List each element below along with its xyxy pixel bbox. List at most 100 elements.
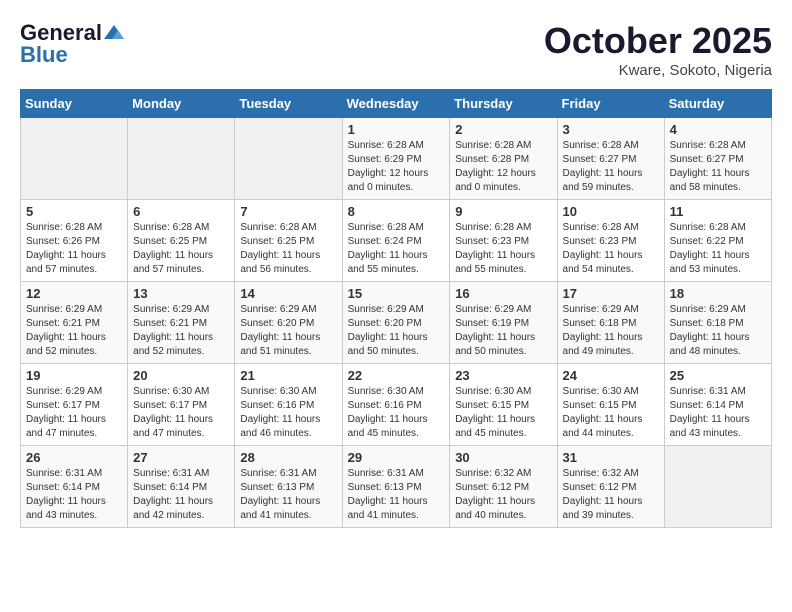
- calendar-week-row: 12 Sunrise: 6:29 AM Sunset: 6:21 PM Dayli…: [21, 282, 772, 364]
- calendar-cell: 6Sunrise: 6:28 AM Sunset: 6:25 PM Daylig…: [128, 200, 235, 282]
- calendar-cell: 10 Sunrise: 6:28 AM Sunset: 6:23 PM Dayli…: [557, 200, 664, 282]
- day-info: Sunrise: 6:29 AM Sunset: 6:17 PM Dayligh…: [26, 385, 122, 441]
- calendar-cell: [235, 118, 342, 200]
- day-info: Sunrise: 6:29 AM Sunset: 6:18 PM Dayligh…: [670, 303, 766, 359]
- calendar-cell: 30 Sunrise: 6:32 AM Sunset: 6:12 PM Dayli…: [450, 446, 557, 528]
- day-info: Sunrise: 6:28 AM Sunset: 6:29 PM Dayligh…: [348, 139, 445, 195]
- day-number: 10: [563, 204, 659, 219]
- day-info: Sunrise: 6:30 AM Sunset: 6:15 PM Dayligh…: [563, 385, 659, 441]
- day-info: Sunrise: 6:31 AM Sunset: 6:14 PM Dayligh…: [133, 467, 229, 523]
- calendar-cell: [21, 118, 128, 200]
- day-info: Sunrise: 6:32 AM Sunset: 6:12 PM Dayligh…: [455, 467, 551, 523]
- calendar-cell: 19 Sunrise: 6:29 AM Sunset: 6:17 PM Dayli…: [21, 364, 128, 446]
- calendar-cell: 7 Sunrise: 6:28 AM Sunset: 6:25 PM Daylig…: [235, 200, 342, 282]
- calendar-cell: 17 Sunrise: 6:29 AM Sunset: 6:18 PM Dayli…: [557, 282, 664, 364]
- calendar-cell: 3 Sunrise: 6:28 AM Sunset: 6:27 PM Daylig…: [557, 118, 664, 200]
- day-info: Sunrise: 6:31 AM Sunset: 6:13 PM Dayligh…: [240, 467, 336, 523]
- calendar-cell: 1 Sunrise: 6:28 AM Sunset: 6:29 PM Daylig…: [342, 118, 450, 200]
- day-number: 25: [670, 368, 766, 383]
- calendar-cell: 18 Sunrise: 6:29 AM Sunset: 6:18 PM Dayli…: [664, 282, 771, 364]
- day-number: 22: [348, 368, 445, 383]
- calendar-week-row: 19 Sunrise: 6:29 AM Sunset: 6:17 PM Dayli…: [21, 364, 772, 446]
- day-number: 5: [26, 204, 122, 219]
- calendar-cell: 12Sunrise: 6:29 AM Sunset: 6:21 PM Dayli…: [21, 282, 128, 364]
- day-number: 11: [670, 204, 766, 219]
- calendar-cell: 22Sunrise: 6:30 AM Sunset: 6:16 PM Dayli…: [342, 364, 450, 446]
- calendar-table: SundayMondayTuesdayWednesdayThursdayFrid…: [20, 89, 772, 528]
- day-info: Sunrise: 6:31 AM Sunset: 6:14 PM Dayligh…: [26, 467, 122, 523]
- calendar-cell: 5 Sunrise: 6:28 AM Sunset: 6:26 PM Daylig…: [21, 200, 128, 282]
- calendar-cell: 26 Sunrise: 6:31 AM Sunset: 6:14 PM Dayli…: [21, 446, 128, 528]
- calendar-cell: 23Sunrise: 6:30 AM Sunset: 6:15 PM Dayli…: [450, 364, 557, 446]
- day-info: Sunrise: 6:29 AM Sunset: 6:18 PM Dayligh…: [563, 303, 659, 359]
- day-info: Sunrise: 6:31 AM Sunset: 6:14 PM Dayligh…: [670, 385, 766, 441]
- calendar-cell: 15 Sunrise: 6:29 AM Sunset: 6:20 PM Dayli…: [342, 282, 450, 364]
- day-number: 16: [455, 286, 551, 301]
- weekday-header-monday: Monday: [128, 90, 235, 118]
- weekday-header-sunday: Sunday: [21, 90, 128, 118]
- day-info: Sunrise: 6:31 AM Sunset: 6:13 PM Dayligh…: [348, 467, 445, 523]
- day-number: 6: [133, 204, 229, 219]
- weekday-header-thursday: Thursday: [450, 90, 557, 118]
- page-header: General Blue October 2025 Kware, Sokoto,…: [20, 20, 772, 79]
- calendar-cell: 11Sunrise: 6:28 AM Sunset: 6:22 PM Dayli…: [664, 200, 771, 282]
- calendar-cell: 13 Sunrise: 6:29 AM Sunset: 6:21 PM Dayli…: [128, 282, 235, 364]
- calendar-cell: 24Sunrise: 6:30 AM Sunset: 6:15 PM Dayli…: [557, 364, 664, 446]
- day-number: 7: [240, 204, 336, 219]
- day-number: 1: [348, 122, 445, 137]
- day-number: 13: [133, 286, 229, 301]
- day-number: 4: [670, 122, 766, 137]
- day-info: Sunrise: 6:28 AM Sunset: 6:23 PM Dayligh…: [455, 221, 551, 277]
- day-number: 30: [455, 450, 551, 465]
- day-info: Sunrise: 6:29 AM Sunset: 6:21 PM Dayligh…: [133, 303, 229, 359]
- day-number: 8: [348, 204, 445, 219]
- day-number: 15: [348, 286, 445, 301]
- calendar-cell: 28Sunrise: 6:31 AM Sunset: 6:13 PM Dayli…: [235, 446, 342, 528]
- day-info: Sunrise: 6:28 AM Sunset: 6:23 PM Dayligh…: [563, 221, 659, 277]
- day-number: 31: [563, 450, 659, 465]
- calendar-week-row: 1 Sunrise: 6:28 AM Sunset: 6:29 PM Daylig…: [21, 118, 772, 200]
- day-number: 9: [455, 204, 551, 219]
- calendar-cell: 29 Sunrise: 6:31 AM Sunset: 6:13 PM Dayli…: [342, 446, 450, 528]
- day-info: Sunrise: 6:29 AM Sunset: 6:20 PM Dayligh…: [240, 303, 336, 359]
- day-info: Sunrise: 6:32 AM Sunset: 6:12 PM Dayligh…: [563, 467, 659, 523]
- calendar-cell: 21 Sunrise: 6:30 AM Sunset: 6:16 PM Dayli…: [235, 364, 342, 446]
- day-number: 29: [348, 450, 445, 465]
- calendar-week-row: 26 Sunrise: 6:31 AM Sunset: 6:14 PM Dayli…: [21, 446, 772, 528]
- day-info: Sunrise: 6:28 AM Sunset: 6:26 PM Dayligh…: [26, 221, 122, 277]
- day-number: 17: [563, 286, 659, 301]
- calendar-cell: 2Sunrise: 6:28 AM Sunset: 6:28 PM Daylig…: [450, 118, 557, 200]
- calendar-cell: 25 Sunrise: 6:31 AM Sunset: 6:14 PM Dayli…: [664, 364, 771, 446]
- calendar-cell: 16 Sunrise: 6:29 AM Sunset: 6:19 PM Dayli…: [450, 282, 557, 364]
- day-info: Sunrise: 6:28 AM Sunset: 6:24 PM Dayligh…: [348, 221, 445, 277]
- calendar-header-row: SundayMondayTuesdayWednesdayThursdayFrid…: [21, 90, 772, 118]
- calendar-cell: 4 Sunrise: 6:28 AM Sunset: 6:27 PM Daylig…: [664, 118, 771, 200]
- weekday-header-wednesday: Wednesday: [342, 90, 450, 118]
- day-number: 19: [26, 368, 122, 383]
- day-info: Sunrise: 6:30 AM Sunset: 6:16 PM Dayligh…: [240, 385, 336, 441]
- day-info: Sunrise: 6:28 AM Sunset: 6:27 PM Dayligh…: [670, 139, 766, 195]
- weekday-header-saturday: Saturday: [664, 90, 771, 118]
- day-number: 18: [670, 286, 766, 301]
- day-number: 2: [455, 122, 551, 137]
- day-info: Sunrise: 6:29 AM Sunset: 6:20 PM Dayligh…: [348, 303, 445, 359]
- day-number: 20: [133, 368, 229, 383]
- calendar-cell: [664, 446, 771, 528]
- day-info: Sunrise: 6:30 AM Sunset: 6:17 PM Dayligh…: [133, 385, 229, 441]
- title-block: October 2025 Kware, Sokoto, Nigeria: [544, 20, 772, 79]
- weekday-header-tuesday: Tuesday: [235, 90, 342, 118]
- day-number: 27: [133, 450, 229, 465]
- day-info: Sunrise: 6:28 AM Sunset: 6:27 PM Dayligh…: [563, 139, 659, 195]
- day-number: 3: [563, 122, 659, 137]
- day-number: 12: [26, 286, 122, 301]
- weekday-header-friday: Friday: [557, 90, 664, 118]
- calendar-cell: 27 Sunrise: 6:31 AM Sunset: 6:14 PM Dayli…: [128, 446, 235, 528]
- month-title: October 2025: [544, 20, 772, 62]
- day-number: 21: [240, 368, 336, 383]
- calendar-cell: 20 Sunrise: 6:30 AM Sunset: 6:17 PM Dayli…: [128, 364, 235, 446]
- day-number: 26: [26, 450, 122, 465]
- day-info: Sunrise: 6:28 AM Sunset: 6:25 PM Dayligh…: [240, 221, 336, 277]
- day-info: Sunrise: 6:29 AM Sunset: 6:19 PM Dayligh…: [455, 303, 551, 359]
- day-number: 14: [240, 286, 336, 301]
- day-number: 23: [455, 368, 551, 383]
